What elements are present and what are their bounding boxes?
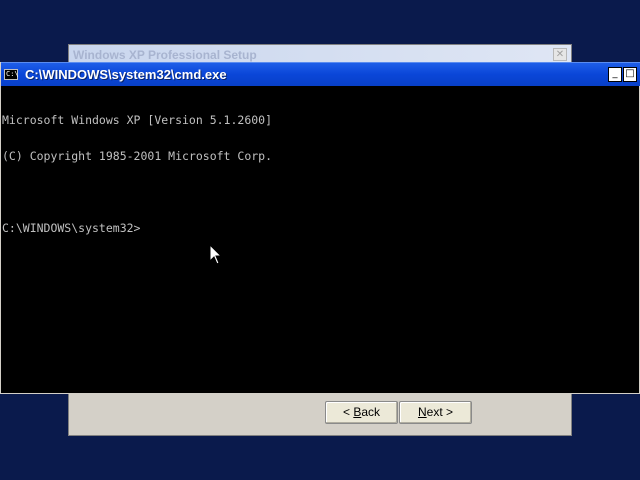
- next-button[interactable]: Next >: [399, 401, 472, 424]
- console-titlebar[interactable]: C:\ C:\WINDOWS\system32\cmd.exe _ □: [1, 62, 640, 86]
- next-mnemonic: N: [417, 405, 427, 419]
- mouse-pointer-icon: [209, 244, 223, 265]
- maximize-button[interactable]: □: [623, 67, 637, 82]
- console-line: Microsoft Windows XP [Version 5.1.2600]: [2, 113, 273, 127]
- console-app-icon[interactable]: C:\: [4, 69, 19, 80]
- console-window[interactable]: C:\ C:\WINDOWS\system32\cmd.exe _ □ Micr…: [0, 62, 640, 394]
- console-output[interactable]: Microsoft Windows XP [Version 5.1.2600] …: [1, 90, 639, 387]
- console-prompt: C:\WINDOWS\system32>: [2, 221, 141, 235]
- minimize-button[interactable]: _: [608, 67, 622, 82]
- setup-close-button[interactable]: ✕: [553, 48, 567, 61]
- back-button[interactable]: < Back: [325, 401, 398, 424]
- back-rest: ack: [361, 405, 381, 419]
- next-rest: ext >: [426, 405, 454, 419]
- console-title: C:\WINDOWS\system32\cmd.exe: [25, 67, 227, 82]
- console-line: (C) Copyright 1985-2001 Microsoft Corp.: [2, 149, 273, 163]
- back-prefix: <: [342, 405, 354, 419]
